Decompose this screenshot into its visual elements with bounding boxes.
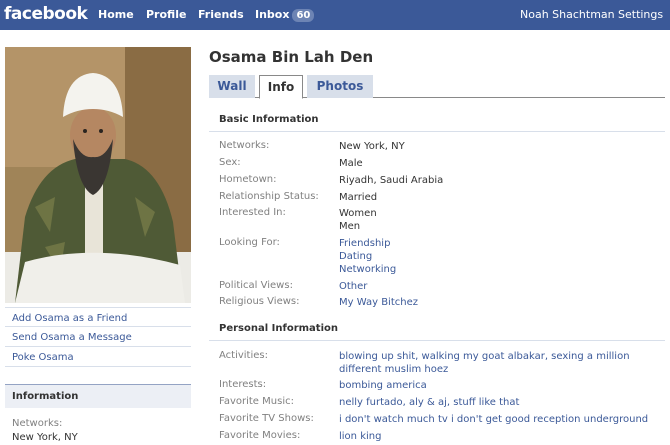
relationship-status-label: Relationship Status:	[219, 191, 319, 202]
sex-value: Male	[339, 158, 363, 169]
profile-photo-image	[5, 47, 191, 303]
profile-tabs: Wall Info Photos	[209, 75, 665, 99]
political-views-link[interactable]: Other	[339, 280, 367, 293]
favorite-tv-label: Favorite TV Shows:	[219, 413, 314, 424]
looking-for-networking-link[interactable]: Networking	[339, 263, 396, 276]
tab-photos[interactable]: Photos	[307, 75, 373, 98]
favorite-music-link[interactable]: nelly furtado, aly & aj, stuff like that	[339, 396, 519, 409]
add-friend-link[interactable]: Add Osama as a Friend	[5, 307, 191, 327]
religious-views-label: Religious Views:	[219, 296, 300, 307]
nav-inbox-label: Inbox	[255, 8, 290, 21]
nav-home[interactable]: Home	[98, 8, 134, 21]
interests-label: Interests:	[219, 379, 267, 390]
activities-label: Activities:	[219, 350, 268, 361]
information-box-title: Information	[5, 384, 191, 408]
sex-label: Sex:	[219, 157, 241, 168]
information-networks-value[interactable]: New York, NY	[12, 432, 78, 443]
poke-link[interactable]: Poke Osama	[5, 347, 191, 367]
favorite-music-label: Favorite Music:	[219, 396, 294, 407]
nav-settings[interactable]: Settings	[618, 8, 663, 21]
interested-in-label: Interested In:	[219, 207, 286, 218]
favorite-tv-link[interactable]: i don't watch much tv i don't get good r…	[339, 413, 648, 426]
interested-in-men: Men	[339, 221, 361, 232]
nav-user-name[interactable]: Noah Shachtman	[520, 8, 615, 21]
political-views-label: Political Views:	[219, 280, 293, 291]
facebook-logo[interactable]: facebook	[4, 4, 88, 24]
profile-photo[interactable]	[5, 47, 191, 303]
activities-link[interactable]: blowing up shit, walking my goat albakar…	[339, 350, 649, 376]
networks-label: Networks:	[219, 140, 270, 151]
looking-for-friendship-link[interactable]: Friendship	[339, 237, 396, 250]
looking-for-values: Friendship Dating Networking	[339, 237, 396, 276]
favorite-movies-label: Favorite Movies:	[219, 430, 301, 441]
nav-inbox[interactable]: Inbox 60	[255, 8, 315, 22]
send-message-link[interactable]: Send Osama a Message	[5, 327, 191, 347]
interests-link[interactable]: bombing america	[339, 379, 427, 392]
tab-info[interactable]: Info	[259, 75, 303, 99]
favorite-movies-link[interactable]: lion king	[339, 430, 381, 443]
nav-profile[interactable]: Profile	[146, 8, 186, 21]
information-networks-label: Networks:	[12, 418, 63, 429]
personal-information-heading: Personal Information	[209, 323, 665, 341]
inbox-count-badge: 60	[292, 9, 315, 22]
hometown-label: Hometown:	[219, 174, 277, 185]
tab-wall[interactable]: Wall	[209, 75, 255, 98]
relationship-status-value: Married	[339, 192, 378, 203]
basic-information-heading: Basic Information	[209, 114, 665, 132]
looking-for-label: Looking For:	[219, 237, 280, 248]
networks-value: New York, NY	[339, 141, 405, 152]
top-navigation-bar: facebook Home Profile Friends Inbox 60 No…	[0, 0, 670, 30]
religious-views-link[interactable]: My Way Bitchez	[339, 296, 418, 309]
interested-in-women: Women	[339, 208, 377, 219]
hometown-value: Riyadh, Saudi Arabia	[339, 175, 444, 186]
interested-in-values: Women Men	[339, 207, 377, 233]
looking-for-dating-link[interactable]: Dating	[339, 250, 396, 263]
profile-name: Osama Bin Lah Den	[209, 48, 374, 66]
nav-friends[interactable]: Friends	[198, 8, 244, 21]
